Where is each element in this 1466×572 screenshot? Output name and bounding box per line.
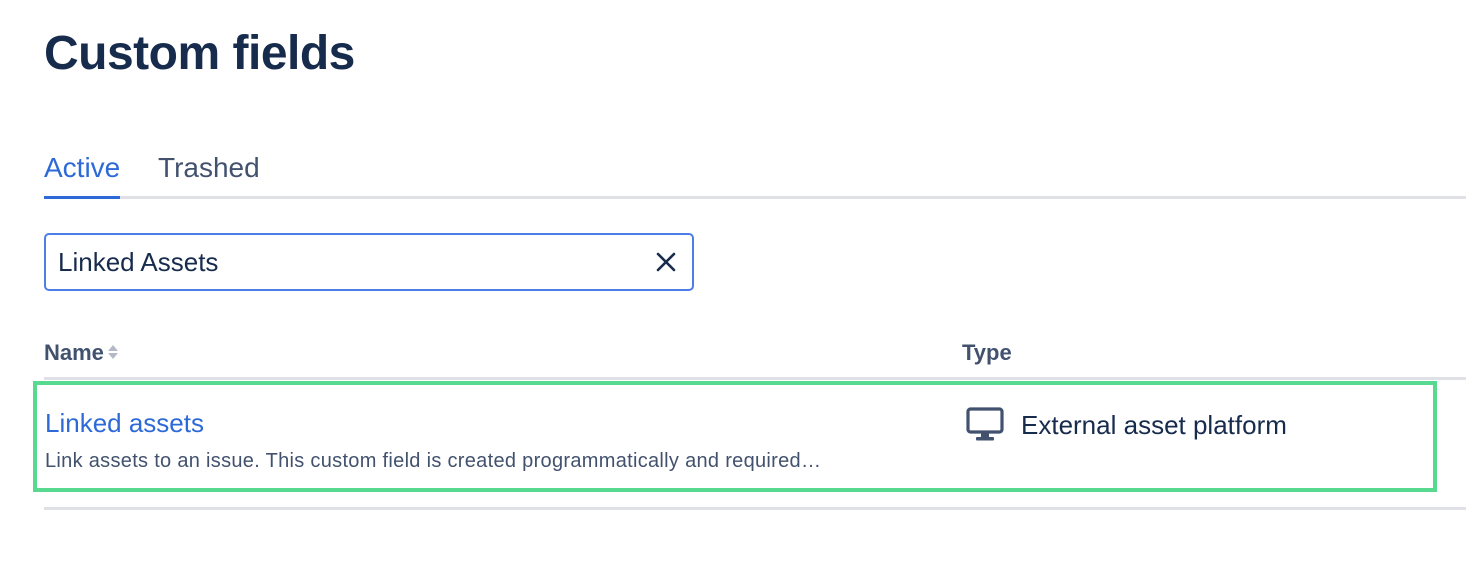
tab-trashed[interactable]: Trashed <box>158 146 260 190</box>
tab-bar-divider <box>44 196 1466 199</box>
page-title: Custom fields <box>44 27 355 80</box>
search-field <box>44 233 694 291</box>
tab-bar: Active Trashed <box>44 146 1466 200</box>
monitor-icon <box>966 407 1004 441</box>
tab-active[interactable]: Active <box>44 146 121 199</box>
field-type: External asset platform <box>965 405 1287 445</box>
header-divider <box>44 377 1466 380</box>
table-header: Name Type <box>44 336 1466 380</box>
search-input[interactable] <box>58 235 618 289</box>
column-header-name-label: Name <box>44 340 104 365</box>
close-icon[interactable] <box>652 248 680 276</box>
field-name-link[interactable]: Linked assets <box>45 405 204 441</box>
sort-icon <box>107 345 118 360</box>
column-header-type: Type <box>962 336 1012 370</box>
column-header-type-label: Type <box>962 340 1012 365</box>
tab-trashed-label: Trashed <box>158 152 260 183</box>
column-header-name[interactable]: Name <box>44 336 119 370</box>
table-bottom-divider <box>44 507 1466 510</box>
tab-active-label: Active <box>44 152 121 183</box>
active-tab-indicator <box>44 196 121 199</box>
field-description: Link assets to an issue. This custom fie… <box>45 450 822 472</box>
custom-fields-page: Custom fields Active Trashed Name Type <box>0 0 1466 572</box>
field-type-label: External asset platform <box>1021 409 1287 440</box>
table-row: Linked assets Link assets to an issue. T… <box>33 381 1437 492</box>
